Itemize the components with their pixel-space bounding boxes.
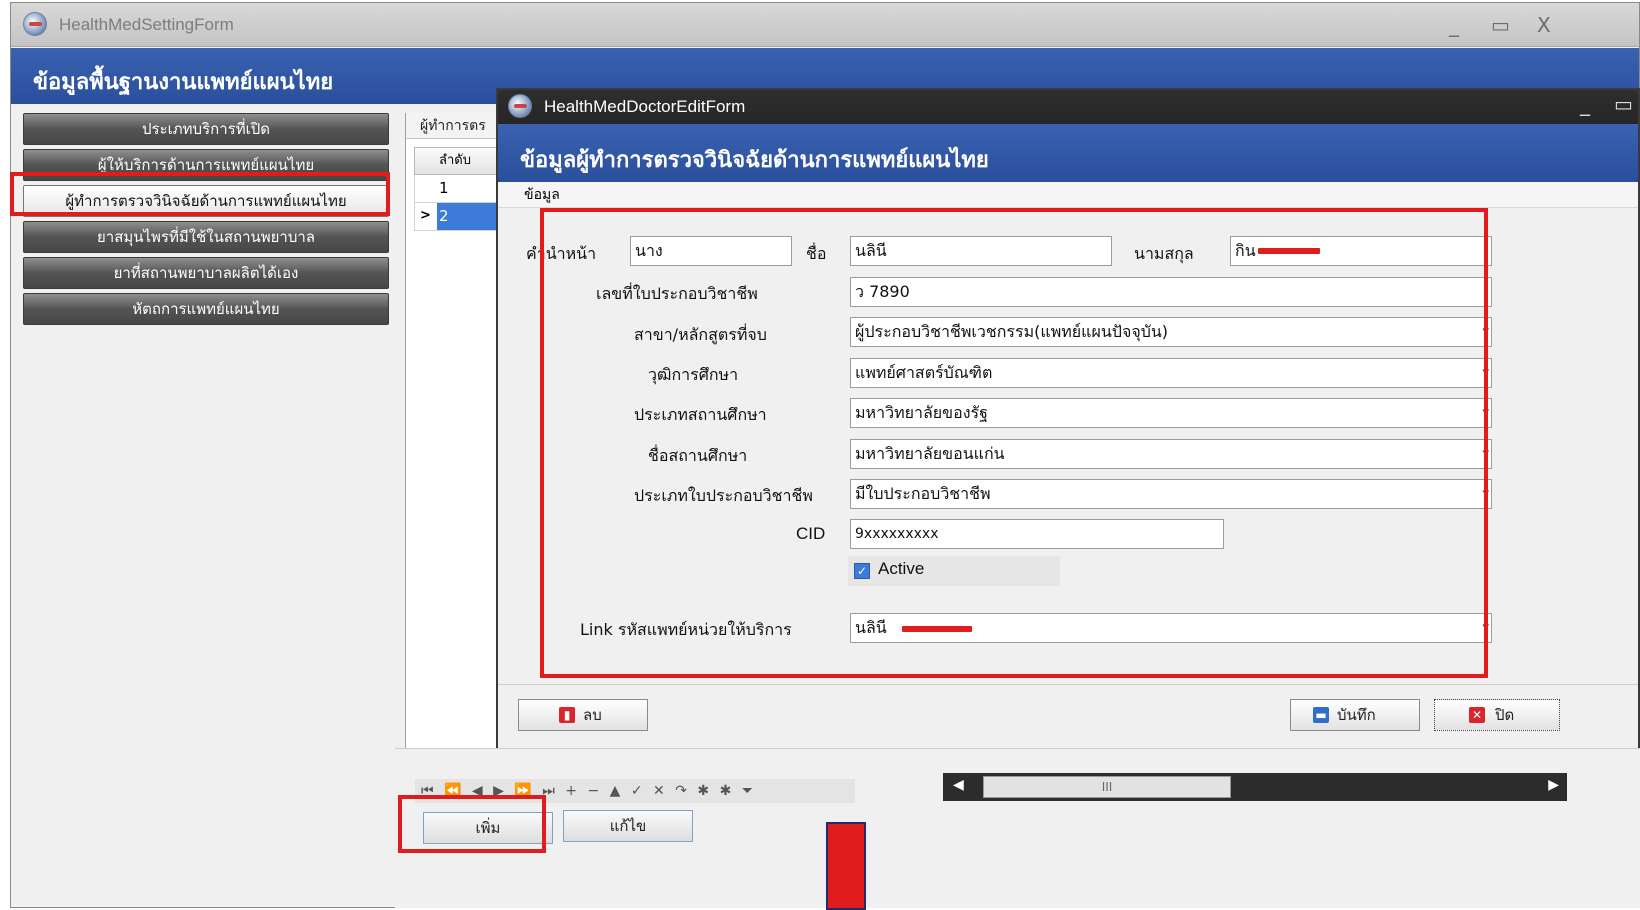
scroll-left-icon[interactable]: ◀ — [953, 777, 964, 793]
nav-item-thai-procedures[interactable]: หัตถการแพทย์แผนไทย — [23, 293, 389, 325]
delete-button[interactable]: ▮ ลบ — [518, 699, 648, 731]
close-icon: ✕ — [1469, 707, 1485, 723]
app-icon — [23, 12, 47, 36]
save-button-label: บันทึก — [1337, 706, 1376, 724]
dialog-header-title: ข้อมูลผู้ทำการตรวจวินิจฉัยด้านการแพทย์แผ… — [520, 148, 989, 173]
delete-button-label: ลบ — [583, 706, 602, 724]
app-icon — [508, 94, 532, 118]
annotation-highlight-form — [540, 208, 1488, 678]
dialog-menu-data[interactable]: ข้อมูล — [498, 182, 1638, 208]
dialog-header-band: ข้อมูลผู้ทำการตรวจวินิจฉัยด้านการแพทย์แผ… — [498, 124, 1638, 182]
grid-bottom-area: ⏮ ⏪ ◀ ▶ ⏩ ⏭ + − ▲ ✓ ✕ ↷ ✱ ✱ ⏷ ◀ III ▶ เพ… — [395, 748, 1640, 908]
annotation-highlight-nav — [10, 172, 390, 216]
dialog-footer: ▮ ลบ ▬ บันทึก ✕ ปิด — [498, 684, 1638, 748]
nav-item-self-produced-medicines[interactable]: ยาที่สถานพยาบาลผลิตได้เอง — [23, 257, 389, 289]
settings-nav-panel: ประเภทบริการที่เปิด ผู้ให้บริการด้านการแ… — [15, 113, 401, 329]
dialog-title: HealthMedDoctorEditForm — [544, 97, 746, 116]
dialog-maximize-button[interactable]: ▭ — [1614, 92, 1633, 116]
nav-item-herbal-medicines[interactable]: ยาสมุนไพรที่มีใช้ในสถานพยาบาล — [23, 221, 389, 253]
annotation-highlight-add — [398, 795, 546, 853]
trash-icon: ▮ — [559, 707, 575, 723]
save-button[interactable]: ▬ บันทึก — [1290, 699, 1420, 731]
scroll-thumb[interactable]: III — [983, 776, 1231, 798]
row-number: 1 — [439, 179, 449, 197]
minimize-button[interactable]: _ — [1449, 13, 1459, 37]
main-header-title: ข้อมูลพื้นฐานงานแพทย์แผนไทย — [33, 70, 334, 95]
nav-item-service-types[interactable]: ประเภทบริการที่เปิด — [23, 113, 389, 145]
maximize-button[interactable]: ▭ — [1491, 13, 1510, 37]
row-selected-indicator-icon: > — [420, 208, 431, 223]
annotation-marker — [826, 822, 866, 910]
close-button[interactable]: X — [1537, 13, 1551, 37]
scroll-right-icon[interactable]: ▶ — [1548, 777, 1559, 793]
close-dialog-button[interactable]: ✕ ปิด — [1434, 699, 1560, 731]
main-window-title: HealthMedSettingForm — [59, 15, 234, 34]
close-dialog-button-label: ปิด — [1495, 706, 1515, 724]
main-title-bar: HealthMedSettingForm _ ▭ X — [11, 3, 1639, 47]
floppy-disk-icon: ▬ — [1313, 707, 1329, 723]
dialog-title-bar: HealthMedDoctorEditForm _ ▭ — [498, 90, 1638, 124]
horizontal-scrollbar[interactable]: ◀ III ▶ — [943, 773, 1567, 801]
dialog-minimize-button[interactable]: _ — [1580, 92, 1590, 116]
edit-button[interactable]: แก้ไข — [563, 810, 693, 842]
